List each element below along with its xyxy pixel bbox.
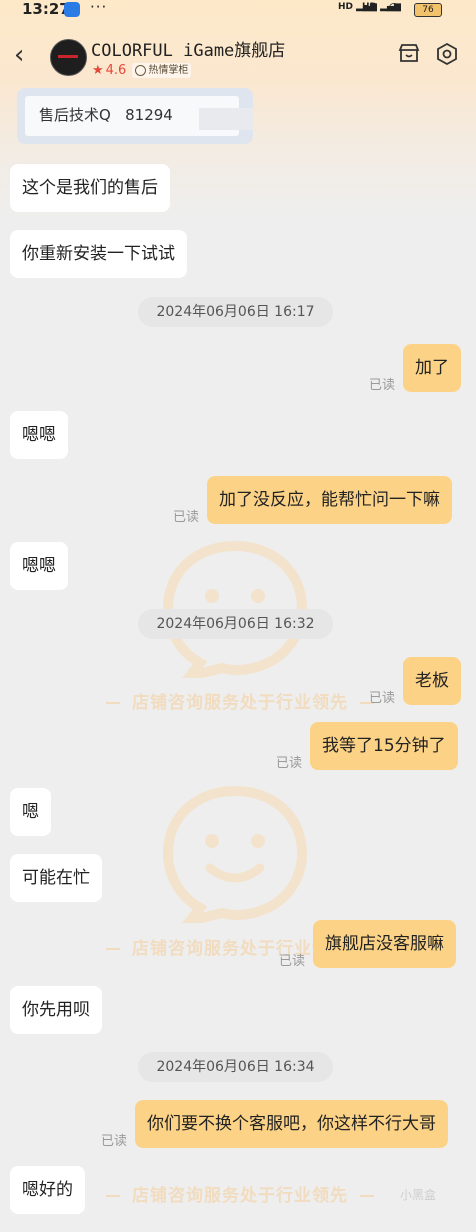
- message-bubble-in[interactable]: 嗯嗯: [10, 411, 68, 459]
- shop-avatar[interactable]: [50, 39, 87, 76]
- read-status: 已读: [276, 756, 303, 771]
- watermark-face-icon: [162, 540, 308, 678]
- message-bubble-in[interactable]: 你重新安装一下试试: [10, 230, 187, 278]
- message-bubble-in[interactable]: 这个是我们的售后: [10, 164, 170, 212]
- message-bubble-out[interactable]: 旗舰店没客服嘛: [313, 920, 456, 968]
- smile-icon: [135, 64, 147, 76]
- chat-header: ‹ COLORFUL iGame旗舰店 ★ 4.6 热情掌柜: [0, 32, 476, 82]
- app-notification-icon: [64, 2, 80, 17]
- settings-icon[interactable]: [436, 43, 458, 65]
- message-bubble-out[interactable]: 我等了15分钟了: [310, 722, 458, 770]
- message-bubble-in[interactable]: 嗯: [10, 788, 51, 836]
- time-separator: 2024年06月06日 16:17: [138, 297, 333, 327]
- read-status: 已读: [369, 378, 396, 393]
- battery-icon: 76: [414, 3, 442, 17]
- status-time: 13:27: [22, 0, 70, 18]
- message-bubble-in[interactable]: 嗯嗯: [10, 542, 68, 590]
- message-bubble-in[interactable]: 你先用呗: [10, 986, 102, 1034]
- back-arrow-icon[interactable]: ‹: [14, 40, 24, 70]
- read-status: 已读: [173, 510, 200, 525]
- rating-value: 4.6: [105, 62, 127, 78]
- corner-watermark: 小黑盒: [400, 1188, 437, 1202]
- more-notifications-icon: ···: [90, 0, 108, 16]
- time-separator: 2024年06月06日 16:34: [138, 1052, 333, 1082]
- watermark-face-icon: [162, 785, 308, 923]
- status-bar: 13:27 ··· HD ▂▄▆ HD ▂▄▆ ◠ 76: [0, 0, 476, 20]
- image-message[interactable]: 售后技术Q 81294: [17, 88, 253, 144]
- message-bubble-in[interactable]: 嗯好的: [10, 1166, 85, 1214]
- star-icon: ★: [92, 62, 104, 78]
- shop-badge: 热情掌柜: [132, 62, 192, 78]
- wifi-icon: ◠: [388, 0, 401, 16]
- badge-label: 热情掌柜: [148, 64, 189, 76]
- read-status: 已读: [279, 954, 306, 969]
- message-bubble-out[interactable]: 加了: [403, 344, 461, 392]
- store-icon[interactable]: [398, 44, 420, 62]
- watermark-text: 店铺咨询服务处于行业领先: [94, 688, 386, 713]
- shop-rating-row: ★ 4.6 热情掌柜: [92, 62, 192, 78]
- watermark-text: 店铺咨询服务处于行业领先: [94, 1181, 386, 1206]
- shop-rating: ★ 4.6: [92, 63, 126, 78]
- message-bubble-out[interactable]: 老板: [403, 657, 461, 705]
- time-separator: 2024年06月06日 16:32: [138, 609, 333, 639]
- message-bubble-in[interactable]: 可能在忙: [10, 854, 102, 902]
- image-text: 售后技术Q 81294: [39, 106, 173, 124]
- read-status: 已读: [101, 1134, 128, 1149]
- message-bubble-out[interactable]: 你们要不换个客服吧，你这样不行大哥: [135, 1100, 448, 1148]
- message-bubble-out[interactable]: 加了没反应，能帮忙问一下嘛: [207, 476, 452, 524]
- read-status: 已读: [369, 691, 396, 706]
- redacted-area: [199, 108, 253, 130]
- shop-name[interactable]: COLORFUL iGame旗舰店: [91, 36, 285, 61]
